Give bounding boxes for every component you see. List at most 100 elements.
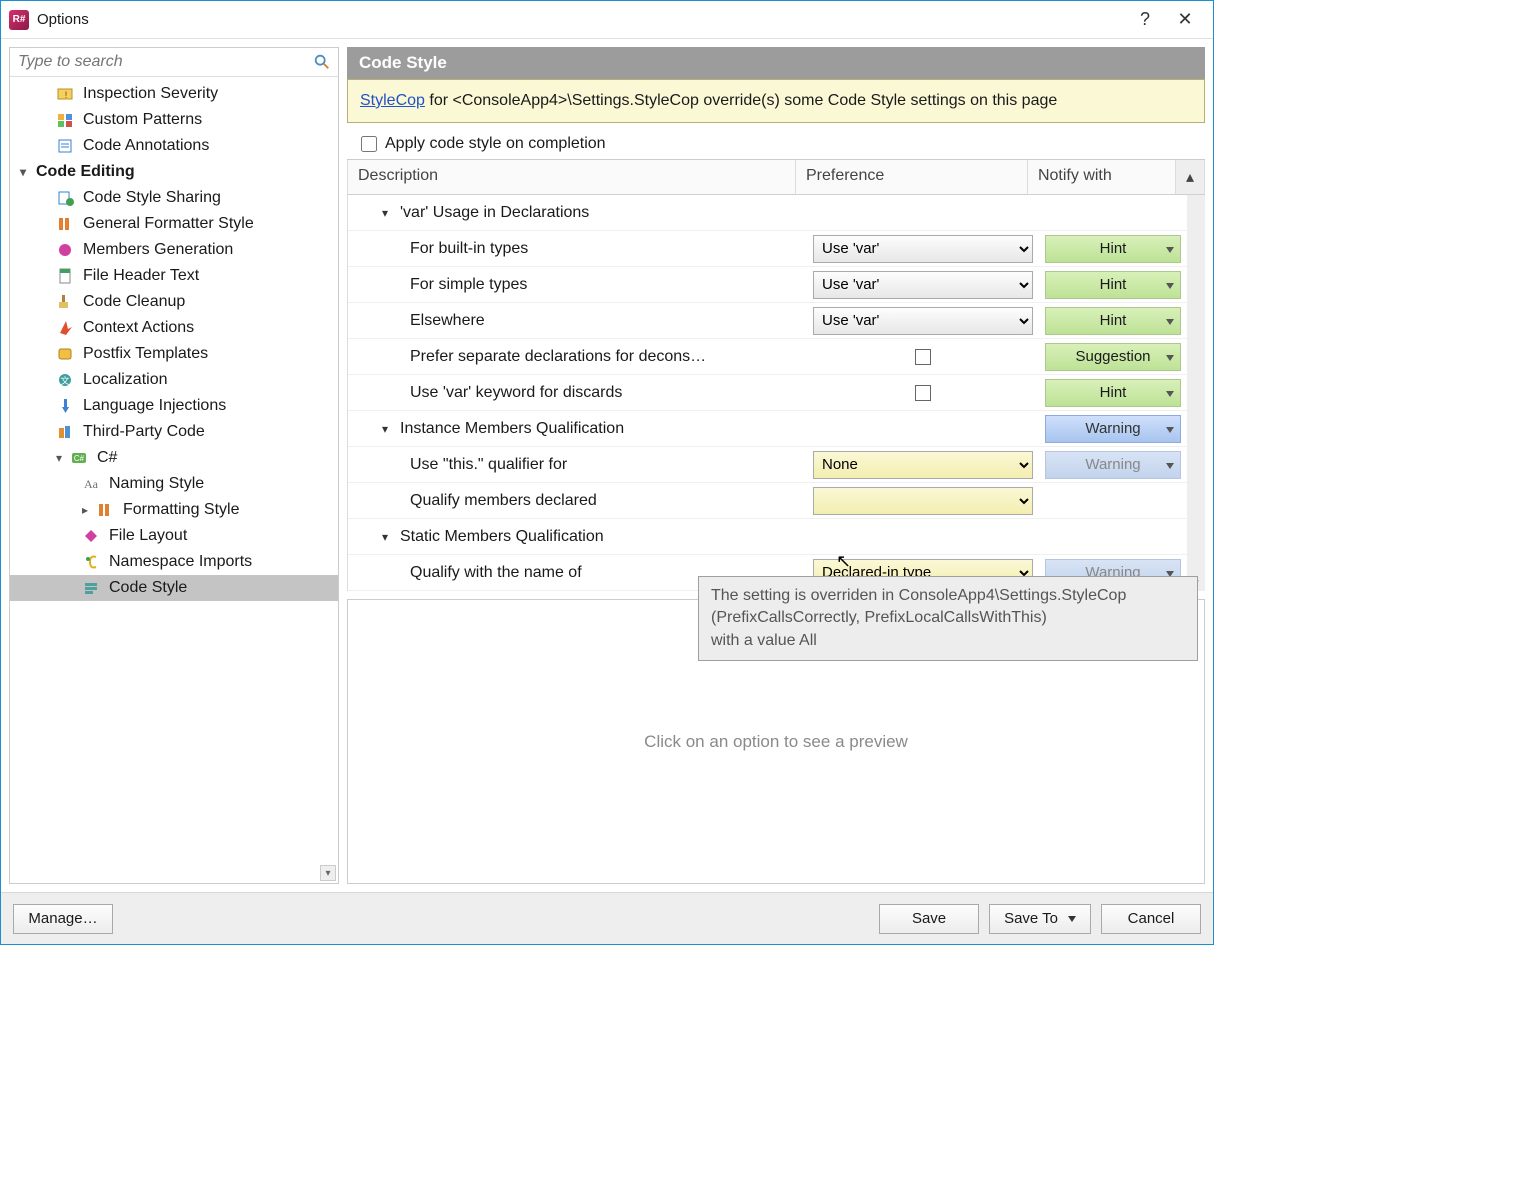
tree-item[interactable]: Code Style: [10, 575, 338, 601]
banner-text: for <ConsoleApp4>\Settings.StyleCop over…: [425, 92, 1057, 109]
preference-select[interactable]: Use 'var': [813, 235, 1033, 263]
notify-select[interactable]: Warning: [1045, 415, 1181, 443]
manage-button[interactable]: Manage…: [13, 904, 113, 934]
apply-row: Apply code style on completion: [347, 129, 1205, 159]
tree-item-icon: [56, 397, 76, 415]
tree-item-icon: [56, 293, 76, 311]
tree-item[interactable]: 文Localization: [10, 367, 338, 393]
scroll-up-icon[interactable]: ▴: [1176, 160, 1205, 194]
tree-item-label: C#: [97, 449, 117, 467]
apply-checkbox[interactable]: [361, 136, 377, 152]
tree-item[interactable]: File Header Text: [10, 263, 338, 289]
tree-item[interactable]: Third-Party Code: [10, 419, 338, 445]
save-to-button[interactable]: Save To: [989, 904, 1091, 934]
grid-row[interactable]: Use "this." qualifier for None Warning: [348, 447, 1205, 483]
grid-scrollbar[interactable]: ▾: [1187, 195, 1205, 591]
tree-item[interactable]: File Layout: [10, 523, 338, 549]
tree-item[interactable]: Namespace Imports: [10, 549, 338, 575]
tree-item-icon: Aa: [82, 475, 102, 493]
preview-text: Click on an option to see a preview: [644, 732, 908, 752]
tree-item-label: General Formatter Style: [83, 215, 254, 233]
row-desc: Qualify members declared: [410, 492, 597, 510]
preference-select[interactable]: [813, 487, 1033, 515]
tree-item-label: Context Actions: [83, 319, 194, 337]
chevron-down-icon: ▾: [382, 530, 394, 544]
tree-item-label: Naming Style: [109, 475, 204, 493]
tree-item[interactable]: Code Style Sharing: [10, 185, 338, 211]
close-button[interactable]: ✕: [1165, 1, 1205, 39]
notify-select[interactable]: Hint: [1045, 379, 1181, 407]
row-desc: For simple types: [410, 276, 527, 294]
search-input[interactable]: [16, 52, 312, 72]
tree-item[interactable]: Code Annotations: [10, 133, 338, 159]
tree-item-icon: [56, 137, 76, 155]
tree-item-icon: [82, 527, 102, 545]
chevron-down-icon: [1068, 916, 1076, 922]
grid-row[interactable]: For simple types Use 'var' Hint: [348, 267, 1205, 303]
tree-item-label: Namespace Imports: [109, 553, 252, 571]
grid-row[interactable]: Prefer separate declarations for decons……: [348, 339, 1205, 375]
tree-item-label: Code Style: [109, 579, 187, 597]
tree-item-icon: [56, 345, 76, 363]
grid-row[interactable]: ElsewhereUse 'var'Hint: [348, 303, 1205, 339]
tree-item-icon: [56, 189, 76, 207]
tree[interactable]: !Inspection SeverityCustom Patterns Code …: [10, 77, 338, 883]
notify-select[interactable]: Hint: [1045, 235, 1181, 263]
stylecop-link[interactable]: StyleCop: [360, 92, 425, 109]
row-desc: Use "this." qualifier for: [410, 456, 567, 474]
row-desc: Instance Members Qualification: [400, 420, 624, 438]
notify-select[interactable]: Hint: [1045, 307, 1181, 335]
tree-item[interactable]: Members Generation: [10, 237, 338, 263]
preference-checkbox[interactable]: [915, 349, 931, 365]
chevron-down-icon: ▾: [382, 422, 394, 436]
tree-scroll-down-icon[interactable]: ▾: [320, 865, 336, 881]
help-button[interactable]: ?: [1125, 1, 1165, 39]
tree-item-icon: [82, 553, 102, 571]
tree-item-label: Code Cleanup: [83, 293, 185, 311]
col-notify[interactable]: Notify with: [1028, 160, 1176, 194]
cancel-button[interactable]: Cancel: [1101, 904, 1201, 934]
tree-item[interactable]: Code Cleanup: [10, 289, 338, 315]
notify-select[interactable]: Warning: [1045, 451, 1181, 479]
tree-item[interactable]: ▸Formatting Style: [10, 497, 338, 523]
search-icon[interactable]: [312, 52, 332, 72]
col-description[interactable]: Description: [347, 160, 796, 194]
chevron-down-icon: ▾: [20, 165, 32, 179]
grid-row[interactable]: Use 'var' keyword for discardsHint: [348, 375, 1205, 411]
grid-section-row[interactable]: ▾'var' Usage in Declarations: [348, 195, 1205, 231]
tree-item-label: File Layout: [109, 527, 187, 545]
tree-item[interactable]: Aa Naming Style: [10, 471, 338, 497]
grid-section-row[interactable]: ▾ Instance Members Qualification Warning: [348, 411, 1205, 447]
tree-group[interactable]: ▾ Code Editing: [10, 159, 338, 185]
tree-item[interactable]: Custom Patterns: [10, 107, 338, 133]
notify-select[interactable]: Suggestion: [1045, 343, 1181, 371]
row-desc: For built-in types: [410, 240, 528, 258]
col-preference[interactable]: Preference: [796, 160, 1028, 194]
tree-item[interactable]: General Formatter Style: [10, 211, 338, 237]
tree-item[interactable]: Postfix Templates: [10, 341, 338, 367]
tree-item-label: Localization: [83, 371, 168, 389]
tree-item[interactable]: Context Actions: [10, 315, 338, 341]
titlebar: R# Options ? ✕: [1, 1, 1213, 39]
tree-item[interactable]: Language Injections: [10, 393, 338, 419]
grid-row[interactable]: For built-in types Use 'var' Hint: [348, 231, 1205, 267]
preference-select[interactable]: Use 'var': [813, 271, 1033, 299]
tooltip: The setting is overriden in ConsoleApp4\…: [698, 576, 1198, 661]
preference-checkbox[interactable]: [915, 385, 931, 401]
preference-select[interactable]: Use 'var': [813, 307, 1033, 335]
tree-item-icon: [56, 423, 76, 441]
save-button[interactable]: Save: [879, 904, 979, 934]
tooltip-line: with a value All: [711, 630, 1185, 652]
grid-section-row[interactable]: ▾Static Members Qualification: [348, 519, 1205, 555]
grid-row[interactable]: Qualify members declared: [348, 483, 1205, 519]
tree-item[interactable]: !Inspection Severity: [10, 81, 338, 107]
tree-item-label: Third-Party Code: [83, 423, 205, 441]
tree-item-icon: [56, 111, 76, 129]
preference-select[interactable]: None: [813, 451, 1033, 479]
tree-item[interactable]: ▾C#C#: [10, 445, 338, 471]
notify-select[interactable]: Hint: [1045, 271, 1181, 299]
tree-item-label: Code Editing: [36, 163, 135, 181]
tree-item-label: Code Annotations: [83, 137, 209, 155]
row-desc: 'var' Usage in Declarations: [400, 204, 589, 222]
tree-item-icon: [96, 501, 116, 519]
